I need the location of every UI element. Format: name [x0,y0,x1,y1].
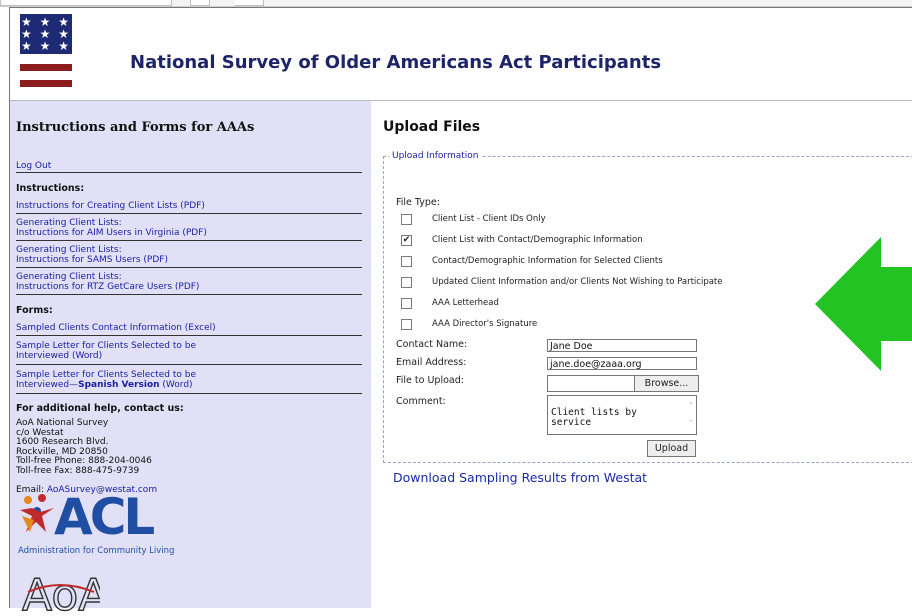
help-heading: For additional help, contact us: [16,403,184,414]
file-path-field[interactable] [547,375,636,392]
comment-textarea[interactable]: Client lists by service ⌃ ⌄ [547,395,697,435]
checkbox-label: Client List with Contact/Demographic Inf… [432,235,643,245]
divider [16,364,362,365]
stripe [20,64,72,71]
aoa-logo-text: AoA [22,570,100,616]
link-sams-heading[interactable]: Generating Client Lists: [16,245,122,255]
divider [16,267,362,268]
browser-top-strip [0,0,912,7]
stars-field: ★ ★ ★ ★ ★ ★ ★ ★ ★ [20,14,72,54]
sidebar-heading: Instructions and Forms for AAAs [16,120,255,135]
checkbox[interactable] [401,277,412,288]
link-spanish-prefix: Interviewed— [16,380,79,390]
flag-logo-icon: ★ ★ ★ ★ ★ ★ ★ ★ ★ [20,14,72,94]
email-label: Email: [16,484,47,495]
link-creating-client-lists[interactable]: Instructions for Creating Client Lists (… [16,201,205,211]
divider [16,172,362,173]
link-contact-excel[interactable]: Sampled Clients Contact Information (Exc… [16,323,216,333]
site-header: ★ ★ ★ ★ ★ ★ ★ ★ ★ National Survey of Old… [10,8,912,101]
link-rtz-heading[interactable]: Generating Client Lists: [16,272,122,282]
email-address-input[interactable]: jane.doe@zaaa.org [547,357,697,370]
checkbox[interactable] [401,298,412,309]
browse-button[interactable]: Browse... [634,375,699,392]
file-to-upload-label: File to Upload: [396,375,464,386]
contact-name-label: Contact Name: [396,339,468,350]
textarea-scrollbar[interactable]: ⌃ ⌄ [688,398,694,432]
link-spanish-2[interactable]: Interviewed—Spanish Version (Word) [16,380,193,390]
checkbox-label: Contact/Demographic Information for Sele… [432,256,663,266]
acl-people-icon [20,494,54,532]
link-rtz-users[interactable]: Instructions for RTZ GetCare Users (PDF) [16,282,199,292]
comment-label: Comment: [396,396,446,407]
divider [16,393,362,394]
link-aim-users[interactable]: Instructions for AIM Users in Virginia (… [16,228,207,238]
toolbar-icon[interactable] [190,0,210,6]
page-title: Upload Files [383,119,481,135]
instructions-heading: Instructions: [16,183,85,194]
upload-button[interactable]: Upload [647,440,696,457]
link-spanish-1[interactable]: Sample Letter for Clients Selected to be [16,370,196,380]
checkbox-label: Client List - Client IDs Only [432,214,546,224]
link-letter-word-2[interactable]: Interviewed (Word) [16,351,102,361]
contact-name-input[interactable]: Jane Doe [547,339,697,352]
checkbox[interactable] [401,319,412,330]
contact-address: AoA National Survey c/o Westat 1600 Rese… [16,418,152,476]
checkbox[interactable] [401,256,412,267]
site-title: National Survey of Older Americans Act P… [130,52,662,73]
forms-heading: Forms: [16,305,53,316]
acl-subtitle: Administration for Community Living [18,546,175,556]
checkbox-label: Updated Client Information and/or Client… [432,277,723,287]
aoa-logo-icon: AoA [21,569,100,616]
link-sams-users[interactable]: Instructions for SAMS Users (PDF) [16,255,168,265]
divider [16,213,362,214]
address-field[interactable] [0,0,172,6]
logout-link[interactable]: Log Out [16,161,51,171]
fieldset-legend: Upload Information [389,151,482,161]
acl-logo-text: ACL [54,488,155,546]
sidebar: Instructions and Forms for AAAs Log Out … [10,101,371,616]
divider [16,294,362,295]
file-type-label: File Type: [396,197,440,208]
link-spanish-suffix: (Word) [159,380,193,390]
stripe [20,80,72,87]
green-arrow-icon [815,237,912,371]
checkbox[interactable] [401,214,412,225]
email-address-label: Email Address: [396,357,467,368]
download-results-link[interactable]: Download Sampling Results from Westat [393,470,647,485]
divider [16,240,362,241]
link-aim-heading[interactable]: Generating Client Lists: [16,218,122,228]
checkbox-label: AAA Director's Signature [432,319,538,329]
page-frame: ★ ★ ★ ★ ★ ★ ★ ★ ★ National Survey of Old… [9,7,912,616]
link-letter-word-1[interactable]: Sample Letter for Clients Selected to be [16,341,196,351]
checkbox-label: AAA Letterhead [432,298,499,308]
comment-text: Client lists by service [551,407,637,428]
toolbar-separator [235,0,264,6]
link-spanish-bold: Spanish Version [78,380,160,390]
checkbox-checked[interactable]: ✔ [401,235,412,246]
divider [16,335,362,336]
